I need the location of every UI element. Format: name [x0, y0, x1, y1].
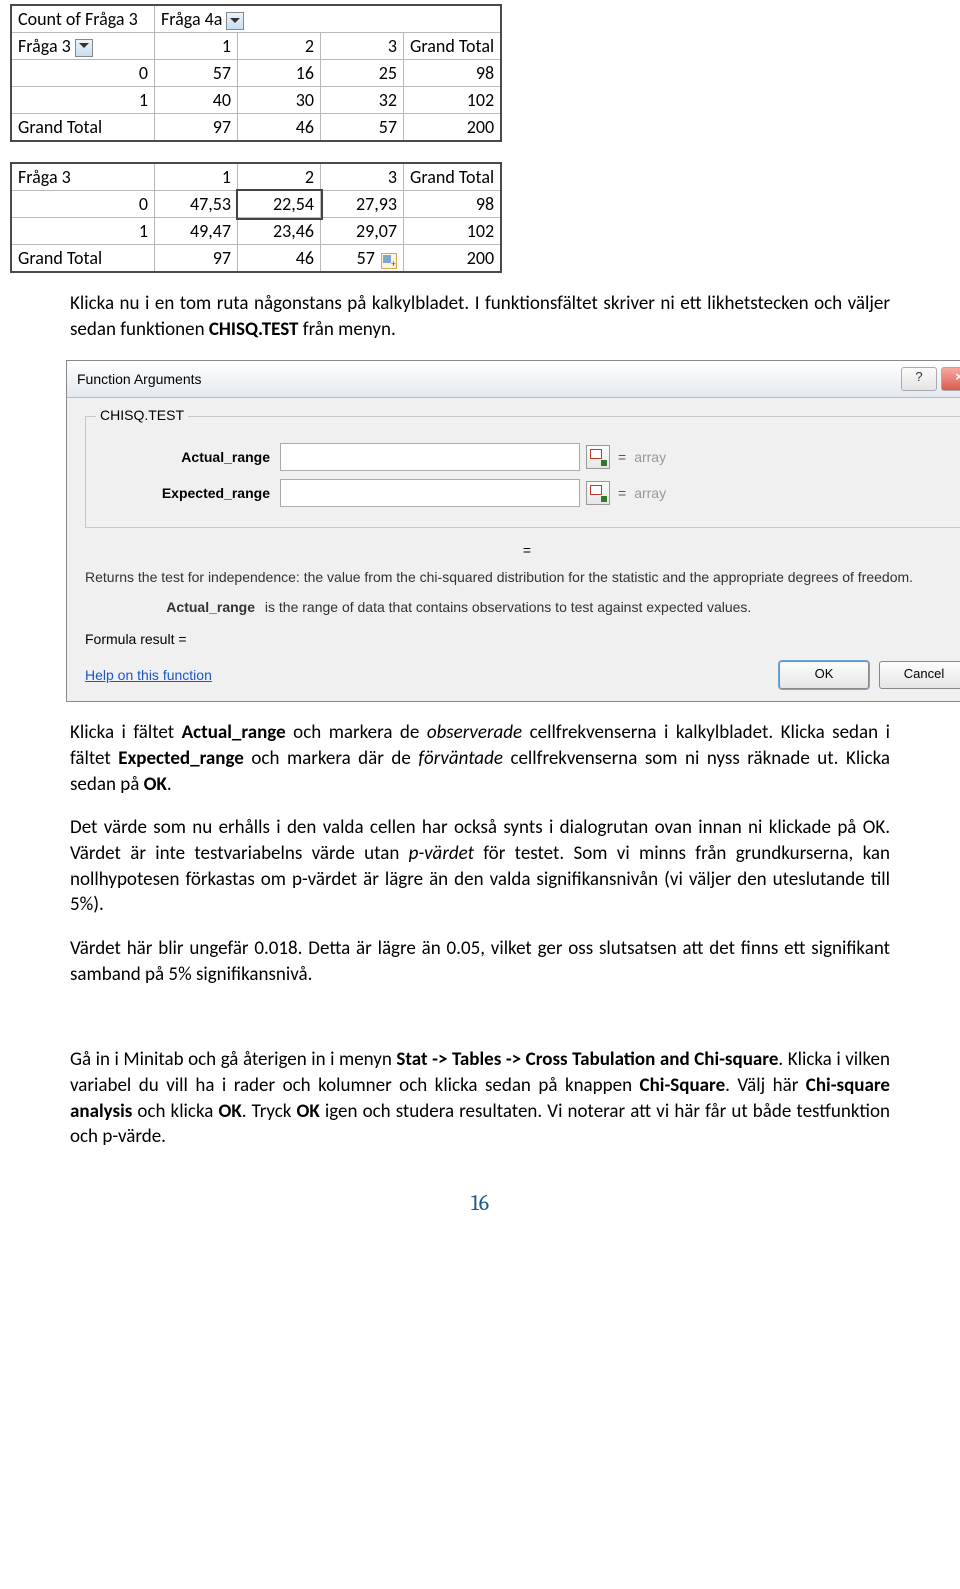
- col-total: Grand Total: [404, 33, 502, 60]
- cell: 47,53: [155, 191, 238, 218]
- cell: 23,46: [238, 218, 321, 245]
- pivot-table-2: Fråga 3 1 2 3 Grand Total 0 47,53 22,54 …: [0, 162, 960, 273]
- cell: 27,93: [321, 191, 404, 218]
- col-1: 1: [155, 163, 238, 191]
- range-picker-icon[interactable]: [586, 445, 610, 469]
- pivot1-header: Count of Fråga 3: [11, 5, 155, 33]
- paragraph-4: Värdet här blir ungefär 0.018. Detta är …: [70, 936, 890, 987]
- cell: 98: [404, 191, 502, 218]
- cell: 16: [238, 60, 321, 87]
- cell: 49,47: [155, 218, 238, 245]
- result-eq: =: [85, 542, 960, 558]
- cell: 25: [321, 60, 404, 87]
- help-link[interactable]: Help on this function: [85, 667, 769, 683]
- close-button[interactable]: ×: [941, 367, 960, 391]
- paragraph-1: Klicka nu i en tom ruta någonstans på ka…: [70, 291, 890, 342]
- equals: =: [618, 485, 626, 501]
- cancel-button[interactable]: Cancel: [879, 661, 960, 689]
- function-description: Returns the test for independence: the v…: [85, 568, 960, 588]
- col-3: 3: [321, 163, 404, 191]
- cell: 57: [321, 114, 404, 142]
- function-name: CHISQ.TEST: [96, 407, 188, 423]
- array-hint: array: [634, 485, 666, 501]
- pivot1-colfield: Fråga 4a: [155, 5, 502, 33]
- page-number: 16: [70, 1190, 890, 1216]
- cell: 46: [238, 114, 321, 142]
- cell: 97: [155, 114, 238, 142]
- cell: 102: [404, 87, 502, 114]
- grand-total-label: Grand Total: [11, 245, 155, 273]
- row0-label: 0: [11, 60, 155, 87]
- paragraph-3: Det värde som nu erhålls i den valda cel…: [70, 815, 890, 918]
- args-fieldset: CHISQ.TEST Actual_range = array Expected…: [85, 416, 960, 528]
- col-1: 1: [155, 33, 238, 60]
- grand-total-label: Grand Total: [11, 114, 155, 142]
- cell: 32: [321, 87, 404, 114]
- dialog-titlebar: Function Arguments ? ×: [67, 361, 960, 398]
- col-3: 3: [321, 33, 404, 60]
- range-picker-icon[interactable]: [586, 481, 610, 505]
- col-total: Grand Total: [404, 163, 502, 191]
- row1-label: 1: [11, 218, 155, 245]
- cell: 46: [238, 245, 321, 273]
- array-hint: array: [634, 449, 666, 465]
- cell: 57: [321, 245, 404, 273]
- help-button[interactable]: ?: [901, 367, 937, 391]
- formula-result-label: Formula result =: [85, 631, 960, 647]
- cell: 102: [404, 218, 502, 245]
- dropdown-icon[interactable]: [226, 12, 244, 30]
- col-2: 2: [238, 163, 321, 191]
- row0-label: 0: [11, 191, 155, 218]
- expected-range-label: Expected_range: [100, 485, 280, 501]
- fill-handle-icon[interactable]: [381, 253, 397, 269]
- cell: 200: [404, 245, 502, 273]
- rowfield2: Fråga 3: [11, 163, 155, 191]
- actual-range-label: Actual_range: [100, 449, 280, 465]
- pivot-table-1: Count of Fråga 3 Fråga 4a Fråga 3 1 2 3 …: [0, 4, 960, 142]
- paragraph-5: Gå in i Minitab och gå återigen in i men…: [70, 1047, 890, 1150]
- dialog-title: Function Arguments: [77, 371, 897, 387]
- cell: 200: [404, 114, 502, 142]
- function-arguments-dialog: Function Arguments ? × CHISQ.TEST Actual…: [66, 360, 960, 702]
- cell: 97: [155, 245, 238, 273]
- filter-icon[interactable]: [75, 39, 93, 57]
- ok-button[interactable]: OK: [779, 661, 869, 689]
- cell: 30: [238, 87, 321, 114]
- cell: 57: [155, 60, 238, 87]
- cell: 40: [155, 87, 238, 114]
- cell: 29,07: [321, 218, 404, 245]
- paragraph-2: Klicka i fältet Actual_range och markera…: [70, 720, 890, 797]
- arg-description: Actual_range is the range of data that c…: [85, 598, 960, 618]
- cell: 98: [404, 60, 502, 87]
- equals: =: [618, 449, 626, 465]
- selected-cell[interactable]: 22,54: [238, 191, 321, 218]
- rowfield: Fråga 3: [11, 33, 155, 60]
- expected-range-input[interactable]: [280, 479, 580, 507]
- actual-range-input[interactable]: [280, 443, 580, 471]
- col-2: 2: [238, 33, 321, 60]
- row1-label: 1: [11, 87, 155, 114]
